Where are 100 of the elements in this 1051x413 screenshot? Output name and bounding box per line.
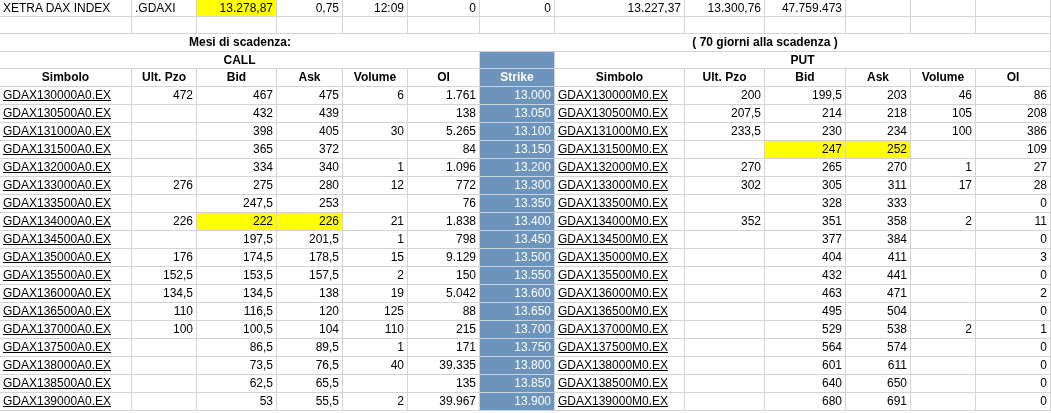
symbol-link[interactable]: GDAX134000A0.EX (0, 213, 132, 231)
symbol-link[interactable]: GDAX136000A0.EX (0, 285, 132, 303)
empty-cell (132, 105, 197, 123)
symbol-link[interactable]: GDAX131000M0.EX (555, 123, 685, 141)
table-cell: 134,5 (132, 285, 197, 303)
strike-cell: 13.400 (480, 213, 555, 231)
symbol-link[interactable]: GDAX135000M0.EX (555, 249, 685, 267)
table-cell: 475 (277, 87, 343, 105)
empty-cell (132, 375, 197, 393)
strike-cell: 13.150 (480, 141, 555, 159)
table-cell: 351 (765, 213, 846, 231)
empty-cell (277, 17, 343, 34)
symbol-link[interactable]: GDAX138000A0.EX (0, 357, 132, 375)
table-cell: 0 (976, 357, 1051, 375)
empty-cell (132, 393, 197, 411)
symbol-link[interactable]: GDAX138000M0.EX (555, 357, 685, 375)
symbol-link[interactable]: GDAX139000M0.EX (555, 393, 685, 411)
table-cell: 529 (765, 321, 846, 339)
table-cell: 538 (846, 321, 911, 339)
table-cell: 0 (976, 303, 1051, 321)
table-cell: 0 (976, 267, 1051, 285)
symbol-link[interactable]: GDAX130500M0.EX (555, 105, 685, 123)
table-cell: 275 (197, 177, 277, 195)
symbol-link[interactable]: GDAX131000A0.EX (0, 123, 132, 141)
table-cell: 40 (343, 357, 408, 375)
symbol-link[interactable]: GDAX136500A0.EX (0, 303, 132, 321)
symbol-link[interactable]: GDAX137500A0.EX (0, 339, 132, 357)
symbol-link[interactable]: GDAX137000M0.EX (555, 321, 685, 339)
table-cell: 208 (976, 105, 1051, 123)
table-cell: 411 (846, 249, 911, 267)
symbol-link[interactable]: GDAX136500M0.EX (555, 303, 685, 321)
empty-cell (911, 393, 976, 411)
column-header: Volume (911, 69, 976, 87)
strike-cell: 13.050 (480, 105, 555, 123)
symbol-link[interactable]: GDAX130000M0.EX (555, 87, 685, 105)
symbol-link[interactable]: GDAX133500M0.EX (555, 195, 685, 213)
symbol-link[interactable]: GDAX134000M0.EX (555, 213, 685, 231)
table-cell: 0 (408, 0, 480, 17)
table-cell: 30 (343, 123, 408, 141)
table-cell: 650 (846, 375, 911, 393)
table-cell: 110 (132, 303, 197, 321)
symbol-link[interactable]: GDAX137500M0.EX (555, 339, 685, 357)
table-cell: 86,5 (197, 339, 277, 357)
table-cell: 86 (976, 87, 1051, 105)
section-title: CALL (0, 52, 480, 69)
table-cell: 62,5 (197, 375, 277, 393)
symbol-link[interactable]: GDAX133000M0.EX (555, 177, 685, 195)
symbol-link[interactable]: GDAX130000A0.EX (0, 87, 132, 105)
symbol-link[interactable]: GDAX131500M0.EX (555, 141, 685, 159)
table-cell: 372 (277, 141, 343, 159)
table-cell: 601 (765, 357, 846, 375)
table-cell: 28 (976, 177, 1051, 195)
table-cell: 574 (846, 339, 911, 357)
table-cell: 13.278,87 (197, 0, 277, 17)
symbol-link[interactable]: GDAX132000M0.EX (555, 159, 685, 177)
table-cell: 13.300,76 (685, 0, 765, 17)
table-cell: 207,5 (685, 105, 765, 123)
symbol-link[interactable]: GDAX138500M0.EX (555, 375, 685, 393)
strike-cell: 13.450 (480, 231, 555, 249)
symbol-link[interactable]: GDAX133500A0.EX (0, 195, 132, 213)
symbol-link[interactable]: GDAX138500A0.EX (0, 375, 132, 393)
symbol-link[interactable]: GDAX131500A0.EX (0, 141, 132, 159)
table-cell: 6 (343, 87, 408, 105)
strike-cell: 13.550 (480, 267, 555, 285)
symbol-link[interactable]: GDAX137000A0.EX (0, 321, 132, 339)
symbol-link[interactable]: GDAX130500A0.EX (0, 105, 132, 123)
table-cell: 100 (911, 123, 976, 141)
table-cell: 0 (976, 339, 1051, 357)
table-cell: 471 (846, 285, 911, 303)
symbol-link[interactable]: GDAX134500M0.EX (555, 231, 685, 249)
table-cell: 0,75 (277, 0, 343, 17)
table-cell: 203 (846, 87, 911, 105)
table-cell: 0 (976, 231, 1051, 249)
table-cell: 432 (765, 267, 846, 285)
symbol-link[interactable]: GDAX135000A0.EX (0, 249, 132, 267)
empty-cell (343, 105, 408, 123)
table-cell: 441 (846, 267, 911, 285)
table-cell: 11 (976, 213, 1051, 231)
table-cell: 134,5 (197, 285, 277, 303)
symbol-link[interactable]: GDAX136000M0.EX (555, 285, 685, 303)
symbol-link[interactable]: GDAX132000A0.EX (0, 159, 132, 177)
table-cell: 432 (197, 105, 277, 123)
symbol-link[interactable]: GDAX135500M0.EX (555, 267, 685, 285)
table-cell: 46 (911, 87, 976, 105)
table-cell: 691 (846, 393, 911, 411)
table-cell: 153,5 (197, 267, 277, 285)
symbol-link[interactable]: GDAX134500A0.EX (0, 231, 132, 249)
symbol-link[interactable]: GDAX135500A0.EX (0, 267, 132, 285)
symbol-link[interactable]: GDAX133000A0.EX (0, 177, 132, 195)
table-cell: 53 (197, 393, 277, 411)
table-cell: 105 (911, 105, 976, 123)
symbol-link[interactable]: GDAX139000A0.EX (0, 393, 132, 411)
empty-cell (343, 141, 408, 159)
table-cell: 270 (846, 159, 911, 177)
table-cell: 463 (765, 285, 846, 303)
table-cell: 21 (343, 213, 408, 231)
column-header: Ult. Pzo (132, 69, 197, 87)
empty-cell (132, 159, 197, 177)
table-cell: 174,5 (197, 249, 277, 267)
empty-cell (132, 339, 197, 357)
